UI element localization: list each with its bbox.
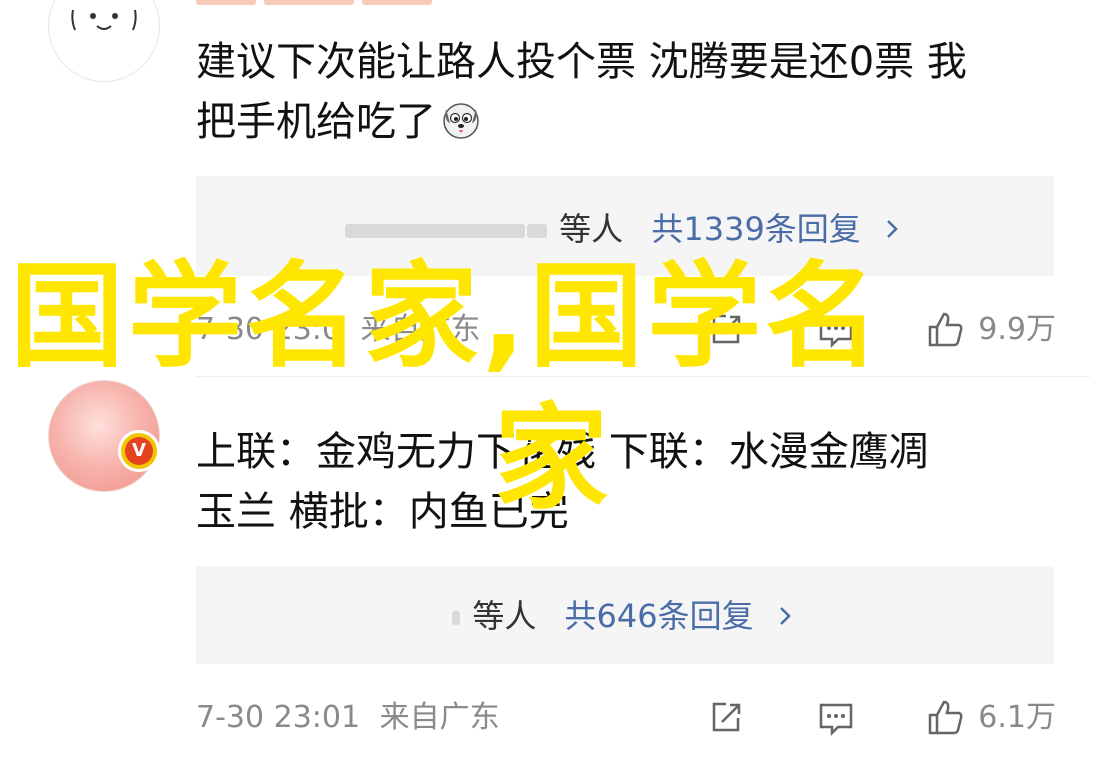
comment-text: 上联：金鸡无力下花残 下联：水漫金鹰凋 玉兰 横批：内鱼已完 [196,422,1066,542]
reply-names-blurred [345,224,525,238]
comment-line-text: 把手机给吃了 [196,99,436,145]
dog-face-emoji-icon [443,103,479,139]
like-count: 9.9万 [978,312,1056,347]
timestamp: 7-30 23:01 [196,700,361,735]
reply-summary-line: 等人 共646条回复 [196,596,1054,636]
share-icon[interactable] [706,310,746,350]
verified-badge: V [118,430,160,472]
timestamp: 7-30 23:0 [196,312,341,347]
thumbs-up-icon[interactable] [926,698,966,738]
cartoon-face-icon [71,9,137,31]
location: 来自广东 [360,312,481,347]
location: 来自广东 [379,700,500,735]
comment-icon[interactable] [816,310,856,350]
meta-actions: 6.1万 [706,698,1056,738]
reply-others-label: 等人 [559,210,624,248]
thumbs-up-icon[interactable] [926,310,966,350]
verified-v-icon: V [125,437,153,465]
reply-count-link[interactable]: 共646条回复 [565,597,754,635]
reply-summary-line: 等人 共1339条回复 [196,209,1054,249]
comment-meta: 7-30 23:0 来自广东 9.9万 [196,310,1056,350]
comment-line: 上联：金鸡无力下花残 下联：水漫金鹰凋 [196,429,929,475]
comment-line: 玉兰 横批：内鱼已完 [196,489,569,535]
comment-icon[interactable] [816,698,856,738]
share-icon[interactable] [706,698,746,738]
chevron-right-icon[interactable] [772,603,798,629]
meta-actions: 9.9万 [706,310,1056,350]
reply-summary[interactable]: 等人 共646条回复 [196,566,1054,664]
chevron-right-icon[interactable] [879,216,905,242]
reply-names-blurred [452,611,461,625]
username-stub[interactable] [196,0,476,12]
avatar[interactable] [48,0,160,82]
reply-names-blurred [527,224,547,238]
like-count: 6.1万 [978,700,1056,735]
reply-count-link[interactable]: 共1339条回复 [651,210,860,248]
reply-summary[interactable]: 等人 共1339条回复 [196,176,1054,276]
comment-meta: 7-30 23:01 来自广东 6.1万 [196,698,1056,738]
reply-others-label: 等人 [472,597,537,635]
comment-line: 把手机给吃了 [196,92,1066,152]
divider [196,376,1090,377]
comment-text: 建议下次能让路人投个票 沈腾要是还0票 我 把手机给吃了 [196,32,1066,152]
comment-line: 建议下次能让路人投个票 沈腾要是还0票 我 [196,39,967,85]
